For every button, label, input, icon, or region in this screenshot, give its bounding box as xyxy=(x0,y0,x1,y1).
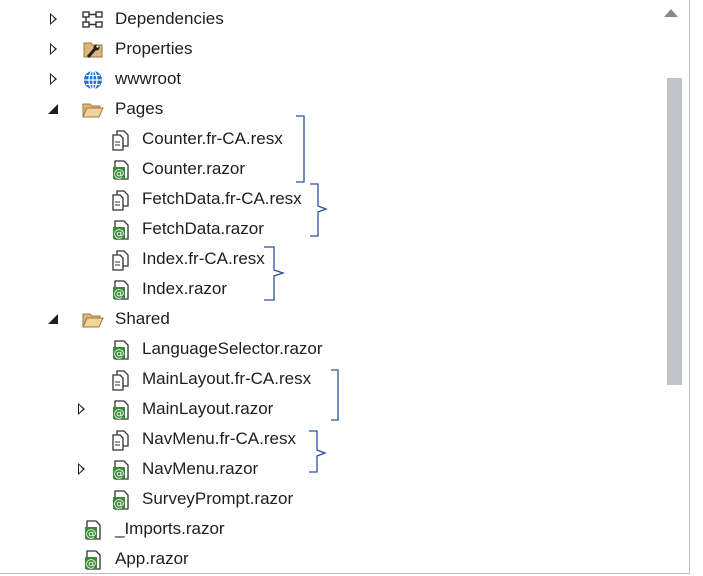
grouping-braces xyxy=(264,115,339,473)
brace-fetchdata xyxy=(310,183,328,237)
scrollbar-thumb[interactable] xyxy=(667,78,682,385)
scroll-up-arrow-icon[interactable] xyxy=(664,9,678,17)
brace-index xyxy=(264,246,286,301)
brace-counter xyxy=(296,115,305,183)
brace-mainlayout xyxy=(331,369,339,421)
brace-navmenu xyxy=(309,430,327,473)
